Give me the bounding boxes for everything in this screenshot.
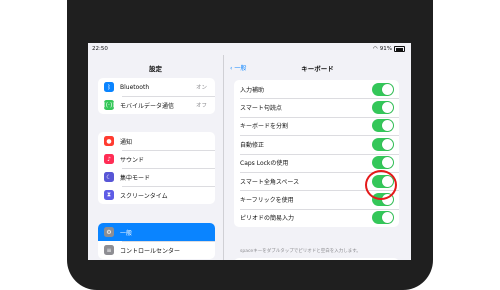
status-bar: 22:50 ◠ 91% [88,43,411,55]
toggle-switch[interactable] [372,137,394,151]
sidebar-item[interactable]: ᛒ Bluetooth オン [98,78,215,96]
setting-label: キーフリックを使用 [240,197,294,205]
keyboard-settings-panel: ‹ 一般 キーボード 入力補助スマート句読点 キーボードを分割 自動修正 Caps L… [224,55,411,260]
setting-row: Caps Lockの使用 [234,153,399,172]
toggle-knob [382,83,393,95]
setting-label: スマート全角スペース [240,178,300,186]
toggle-switch[interactable] [372,101,394,115]
footnote: spaceキーをダブルタップでピリオドと空白を入力します。 [240,249,361,254]
speaker-icon: ♪ [104,154,114,164]
toggle-knob [382,102,393,114]
moon-icon: ☾ [104,172,114,182]
switches-icon: ≡ [104,245,114,255]
sidebar-title: 設定 [149,65,162,73]
sidebar-item[interactable]: ⚙ 一般 [98,223,215,241]
setting-row: 自動修正 [234,135,399,153]
sidebar-item-label: スクリーンタイム [120,192,168,200]
page-title: キーボード [301,65,334,73]
setting-label: ピリオドの簡易入力 [240,215,295,223]
sidebar-item-label: モバイルデータ通信 [120,102,175,110]
sidebar-item[interactable]: ≡ コントロールセンター [98,241,215,259]
status-time: 22:50 [92,46,108,52]
sidebar-item[interactable]: ♪ サウンド [98,150,215,168]
sidebar-item-label: Bluetooth [120,83,150,91]
highlight-circle [365,170,397,200]
setting-label: スマート句読点 [240,105,282,113]
sidebar-group-connectivity: ᛒ Bluetooth オン ((·)) モバイルデータ通信 オフ [98,78,215,114]
antenna-icon: ((·)) [103,100,115,110]
setting-label: キーボードを分割 [240,123,289,131]
setting-label: 自動修正 [240,141,265,149]
wifi-icon: ◠ [372,46,378,52]
sidebar-item-label: サウンド [120,156,145,164]
bluetooth-icon: ᛒ [104,82,114,92]
setting-row: スマート句読点 [234,98,399,116]
sidebar-item[interactable]: ((·)) モバイルデータ通信 オフ [98,96,215,114]
battery-percent: 91% [379,46,392,52]
toggle-switch[interactable] [372,156,394,170]
sidebar-item-label: コントロールセンター [120,247,181,255]
status-right: ◠ 91% [373,46,405,52]
settings-sidebar: 設定 ᛒ Bluetooth オン ((·)) モバイルデータ通信 オフ ● 通知 ♪ サウンド… [88,55,224,260]
screen: 22:50 ◠ 91% 設定 ᛒ Bluetooth オン ((·)) モバイルデータ通… [88,43,411,260]
toggle-knob [382,120,393,132]
toggle-knob [382,138,393,150]
keyboard-options-group: 入力補助スマート句読点 キーボードを分割 自動修正 Caps Lockの使用スマート全… [234,80,399,228]
sidebar-item[interactable]: ⧗ スクリーンタイム [98,186,215,204]
setting-label: 入力補助 [240,86,265,94]
toggle-knob [382,212,393,224]
sidebar-group-notifications: ● 通知 ♪ サウンド ☾ 集中モード ⧗ スクリーンタイム [98,132,215,204]
toggle-switch[interactable] [372,82,394,96]
hourglass-icon: ⧗ [104,190,114,200]
bell-icon: ● [104,136,114,146]
toggle-switch[interactable] [372,211,394,225]
sidebar-item-value: オン [195,85,207,91]
sidebar-item-label: 一般 [120,229,133,237]
sidebar-item-label: 集中モード [120,174,151,182]
toggle-switch[interactable] [372,119,394,133]
battery-icon [394,46,405,52]
toggle-knob [382,157,393,169]
setting-label: Caps Lockの使用 [240,160,289,168]
setting-row: キーボードを分割 [234,116,399,135]
nav-bar: ‹ 一般 キーボード [224,55,411,77]
sidebar-item-label: 通知 [120,138,133,146]
setting-row: 入力補助 [234,80,399,98]
sidebar-item[interactable]: ● 通知 [98,132,215,150]
sidebar-item-value: オフ [195,103,207,109]
setting-row: ピリオドの簡易入力 [234,208,399,227]
sidebar-group-general: ⚙ 一般 ≡ コントロールセンター [98,223,215,259]
gear-icon: ⚙ [104,227,114,237]
sidebar-item[interactable]: ☾ 集中モード [98,168,215,186]
